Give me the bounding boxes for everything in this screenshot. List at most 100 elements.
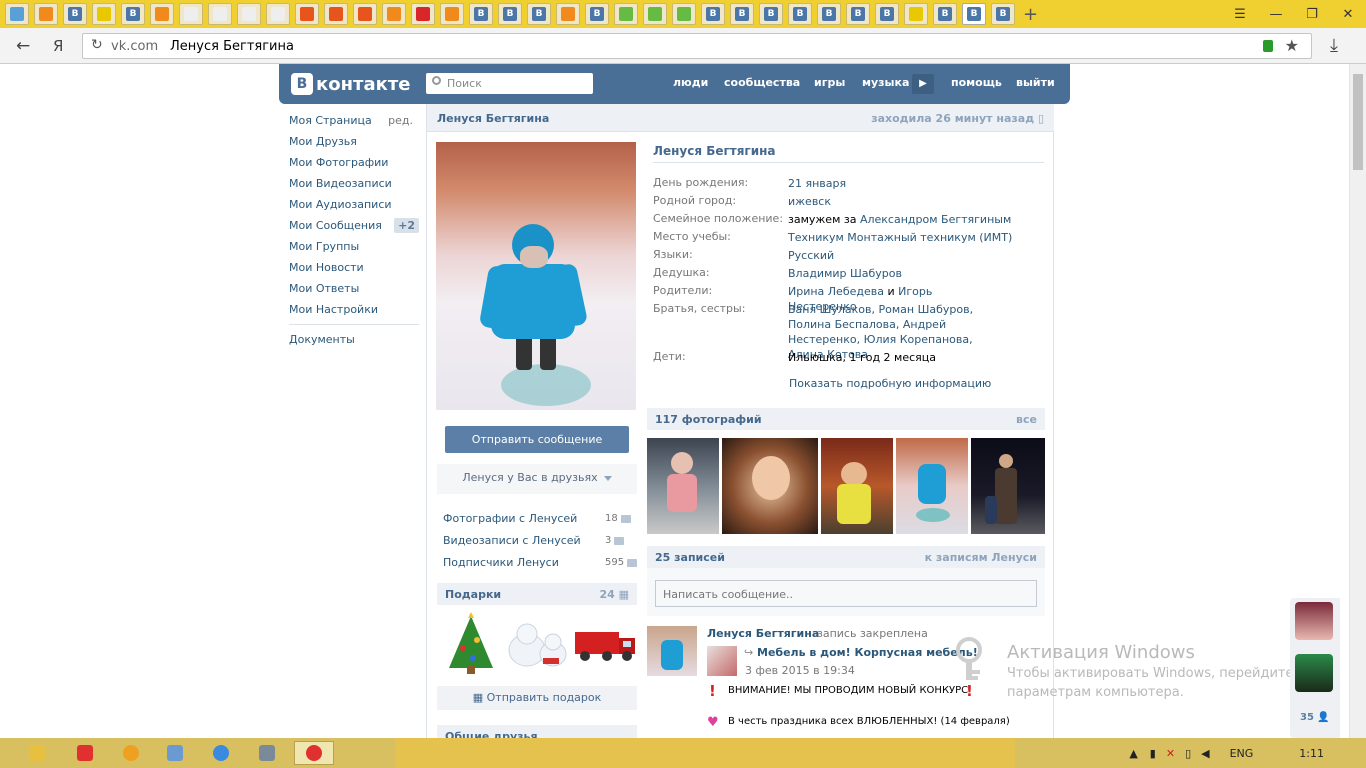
menu-item-videos[interactable]: Мои Видеозаписи [279, 173, 419, 194]
file-explorer-icon[interactable] [20, 741, 54, 765]
photos-all-link[interactable]: все [1016, 413, 1037, 426]
browser-tab[interactable] [179, 3, 203, 25]
send-message-button[interactable]: Отправить сообщение [445, 426, 629, 453]
browser-tab[interactable]: В [701, 3, 725, 25]
browser-tab[interactable] [208, 3, 232, 25]
browser-tab[interactable] [266, 3, 290, 25]
browser-tab[interactable]: В [788, 3, 812, 25]
browser-tab[interactable] [34, 3, 58, 25]
nav-music[interactable]: музыка [862, 76, 909, 89]
browser-tab[interactable] [411, 3, 435, 25]
yandex-browser-icon[interactable] [68, 741, 102, 765]
browser-tab[interactable]: В [63, 3, 87, 25]
signal-icon[interactable]: ▮ [1150, 747, 1156, 760]
browser-tab[interactable] [150, 3, 174, 25]
download-icon[interactable]: ⤓ [1330, 35, 1338, 56]
online-friends-count[interactable]: 35 👤 [1300, 712, 1330, 723]
profile-avatar-photo[interactable] [436, 142, 636, 410]
common-friends-header[interactable]: Общие друзья [437, 725, 637, 738]
menu-item-audio[interactable]: Мои Аудиозаписи [279, 194, 419, 215]
search-input[interactable]: Поиск [426, 73, 593, 94]
browser-tab[interactable]: В [759, 3, 783, 25]
photo-thumb[interactable] [821, 438, 893, 534]
browser-tab[interactable] [237, 3, 261, 25]
menu-item-friends[interactable]: Мои Друзья [279, 131, 419, 152]
photo-thumb[interactable] [647, 438, 719, 534]
menu-item-news[interactable]: Мои Новости [279, 257, 419, 278]
menu-item-photos[interactable]: Мои Фотографии [279, 152, 419, 173]
browser-tab[interactable]: В [933, 3, 957, 25]
photos-header[interactable]: 117 фотографий все [647, 408, 1045, 430]
menu-item-my-page[interactable]: Моя Страница ред. [279, 110, 419, 131]
browser-tab[interactable] [643, 3, 667, 25]
browser-tab[interactable]: В [527, 3, 551, 25]
browser-tab[interactable] [324, 3, 348, 25]
nav-communities[interactable]: сообщества [724, 76, 800, 89]
browser-tab[interactable]: В [817, 3, 841, 25]
nav-logout[interactable]: выйти [1016, 76, 1055, 89]
internet-explorer-icon[interactable] [204, 741, 238, 765]
post-date[interactable]: 3 фев 2015 в 19:34 [745, 664, 855, 677]
bookmark-star-icon[interactable]: ★ [1285, 36, 1299, 55]
photo-thumb[interactable] [971, 438, 1045, 534]
menu-item-documents[interactable]: Документы [279, 329, 419, 350]
browser-tab[interactable]: В [846, 3, 870, 25]
wall-post-input[interactable]: Написать сообщение.. [655, 580, 1037, 607]
wall-link[interactable]: к записям Ленуси [925, 551, 1037, 564]
language-indicator[interactable]: ENG [1230, 747, 1254, 760]
browser-tab[interactable]: В [469, 3, 493, 25]
info-birthday[interactable]: 21 января [788, 176, 998, 191]
browser-tab[interactable]: В [121, 3, 145, 25]
yandex-browser-active[interactable] [294, 741, 334, 765]
link-followers[interactable]: Подписчики Ленуси [443, 556, 559, 569]
page-scrollbar[interactable] [1349, 64, 1366, 738]
gift-polar-bears[interactable] [505, 620, 569, 670]
photo-thumb[interactable] [896, 438, 968, 534]
browser-tab[interactable]: В [730, 3, 754, 25]
parent-link[interactable]: Ирина Лебедева [788, 285, 884, 298]
info-languages[interactable]: Русский [788, 248, 998, 263]
volume-icon[interactable]: ◀ [1201, 747, 1209, 760]
post-author-avatar[interactable] [647, 626, 697, 676]
browser-tab[interactable] [672, 3, 696, 25]
post-author[interactable]: Ленуся Бегтягина [707, 627, 819, 640]
info-hometown[interactable]: ижевск [788, 194, 998, 209]
browser-tab[interactable]: В [585, 3, 609, 25]
browser-tab[interactable]: В [991, 3, 1015, 25]
minimize-icon[interactable]: — [1258, 7, 1294, 22]
close-icon[interactable]: ✕ [1330, 7, 1366, 22]
menu-item-settings[interactable]: Мои Настройки [279, 299, 419, 320]
gifts-header[interactable]: Подарки 24 ▦ [437, 583, 637, 605]
link-photos-with[interactable]: Фотографии с Ленусей [443, 512, 577, 525]
reload-icon[interactable]: ↻ [91, 37, 103, 53]
menu-item-answers[interactable]: Мои Ответы [279, 278, 419, 299]
spouse-link[interactable]: Александром Бегтягиным [860, 213, 1011, 226]
nav-people[interactable]: люди [673, 76, 708, 89]
gift-coca-cola-truck[interactable] [573, 626, 637, 666]
browser-tab[interactable] [614, 3, 638, 25]
friend-status-dropdown[interactable]: Ленуся у Вас в друзьях [437, 464, 637, 494]
menu-icon[interactable]: ☰ [1222, 7, 1258, 22]
clock[interactable]: 1:11 [1299, 747, 1324, 760]
browser-tab[interactable]: В [875, 3, 899, 25]
info-education[interactable]: Техникум Монтажный техникум (ИМТ) [788, 230, 1018, 245]
nav-help[interactable]: помощь [951, 76, 1002, 89]
friend-avatar[interactable] [1295, 602, 1333, 640]
media-player-icon[interactable] [158, 741, 192, 765]
new-tab-button[interactable]: + [1023, 4, 1038, 25]
nav-games[interactable]: игры [814, 76, 845, 89]
scrollbar-thumb[interactable] [1353, 74, 1363, 170]
browser-tab[interactable] [556, 3, 580, 25]
network-icon[interactable]: ✕ [1166, 747, 1175, 760]
back-arrow-icon[interactable]: ← [16, 36, 30, 56]
browser-tab[interactable] [295, 3, 319, 25]
url-field[interactable]: ↻ vk.com Ленуся Бегтягина ★ [82, 33, 1312, 59]
yandex-logo-icon[interactable]: Я [53, 37, 63, 55]
menu-item-groups[interactable]: Мои Группы [279, 236, 419, 257]
browser-tab[interactable] [904, 3, 928, 25]
browser-tab[interactable] [353, 3, 377, 25]
send-gift-button[interactable]: ▦ Отправить подарок [437, 686, 637, 710]
browser-tab[interactable] [5, 3, 29, 25]
tray-chevron-icon[interactable]: ▲ [1129, 747, 1137, 760]
calculator-icon[interactable] [250, 741, 284, 765]
